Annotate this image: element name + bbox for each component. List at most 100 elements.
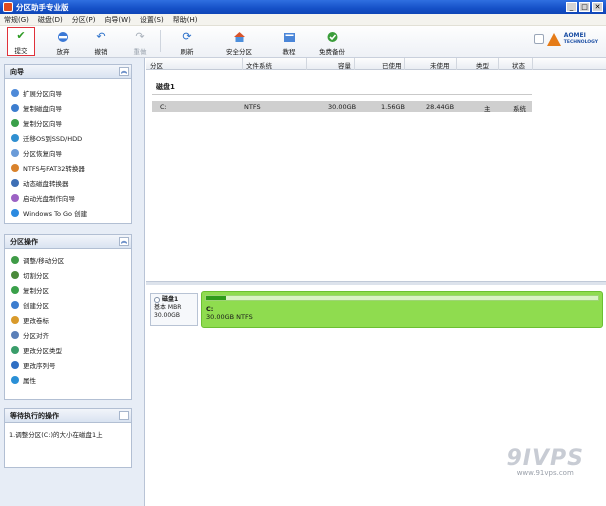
check-icon: ✔ xyxy=(16,29,26,42)
disk-info-box[interactable]: 磁盘1 基本 MBR 30.00GB xyxy=(150,293,198,326)
menu-general[interactable]: 常规(G) xyxy=(4,15,29,25)
logo-sub: TECHNOLOGY xyxy=(563,40,598,45)
wizard-copy-disk[interactable]: 复制磁盘向导 xyxy=(5,100,131,115)
free-backup-label: 免费备份 xyxy=(319,48,345,56)
checkbox-icon[interactable] xyxy=(533,34,544,44)
op-resize-move[interactable]: 调整/移动分区 xyxy=(5,252,131,267)
maximize-button[interactable]: □ xyxy=(579,2,590,12)
undo-icon: ↶ xyxy=(96,30,106,43)
wizard-icon xyxy=(11,88,19,97)
col-unused[interactable]: 未使用 xyxy=(430,60,450,70)
windows-icon xyxy=(11,208,19,217)
safe-partition-button[interactable]: 安全分区 xyxy=(219,28,259,56)
col-filesystem[interactable]: 文件系统 xyxy=(246,60,272,70)
discard-label: 放弃 xyxy=(56,48,70,56)
table-row[interactable]: C: NTFS 30.00GB 1.56GB 28.44GB 主 系统 xyxy=(152,101,532,113)
logo-triangle-icon xyxy=(546,32,561,46)
item-label: 更改卷标 xyxy=(23,316,49,325)
pending-op-item[interactable]: 1.调整分区(C:)的大小在磁盘1上 xyxy=(5,423,131,445)
watermark-logo: 9IVPS xyxy=(506,446,584,471)
menu-settings[interactable]: 设置(S) xyxy=(140,15,164,25)
discard-icon xyxy=(56,31,70,43)
copy-partition-icon xyxy=(11,118,19,127)
safe-partition-label: 安全分区 xyxy=(226,48,252,56)
cell-used: 1.56GB xyxy=(381,103,405,111)
menu-disk[interactable]: 磁盘(D) xyxy=(38,15,63,25)
window-title: 分区助手专业版 xyxy=(16,2,69,12)
wizard-migrate-os[interactable]: 迁移OS到SSD/HDD xyxy=(5,130,131,145)
disk-map-kind: 基本 MBR xyxy=(154,304,182,311)
undo-label: 撤销 xyxy=(94,48,108,56)
op-change-type[interactable]: 更改分区类型 xyxy=(5,342,131,357)
menu-bar: 常规(G) 磁盘(D) 分区(P) 向导(W) 设置(S) 帮助(H) xyxy=(0,14,606,26)
item-label: Windows To Go 创建 xyxy=(23,209,88,218)
menu-partition[interactable]: 分区(P) xyxy=(72,15,96,25)
type-icon xyxy=(11,345,19,354)
wizard-ntfs-fat32[interactable]: NTFS与FAT32转换器 xyxy=(5,160,131,175)
item-label: 切割分区 xyxy=(23,271,49,280)
menu-wizard[interactable]: 向导(W) xyxy=(104,15,130,25)
commit-button[interactable]: ✔ 提交 xyxy=(7,27,35,56)
partition-ops-panel: 分区操作 ︽ 调整/移动分区 切割分区 复制分区 创建分区 更改卷标 分区对齐 … xyxy=(4,234,132,400)
col-used[interactable]: 已使用 xyxy=(382,60,402,70)
wizard-partition-recovery[interactable]: 分区恢复向导 xyxy=(5,145,131,160)
discard-button[interactable]: 放弃 xyxy=(50,28,76,56)
collapse-icon[interactable]: ︽ xyxy=(119,67,129,76)
item-label: 复制分区 xyxy=(23,286,49,295)
dynamic-disk-icon xyxy=(11,178,19,187)
pending-ops-title: 等待执行的操作 xyxy=(10,411,59,420)
cell-unused: 28.44GB xyxy=(426,103,455,111)
title-bar: 分区助手专业版 _ □ ✕ xyxy=(0,0,606,14)
disk-map-name: 磁盘1 xyxy=(162,296,179,303)
collapse-icon[interactable] xyxy=(119,411,129,420)
disk-radio-icon[interactable] xyxy=(154,297,160,303)
wizard-copy-partition[interactable]: 复制分区向导 xyxy=(5,115,131,130)
watermark-url: www.91vps.com xyxy=(516,469,574,477)
col-partition[interactable]: 分区 xyxy=(150,60,163,70)
info-icon xyxy=(11,375,19,384)
item-label: 分区对齐 xyxy=(23,331,49,340)
op-properties[interactable]: 属性 xyxy=(5,372,131,387)
wizard-dynamic-disk[interactable]: 动态磁盘转换器 xyxy=(5,175,131,190)
col-type[interactable]: 类型 xyxy=(476,60,489,70)
free-backup-button[interactable]: 免费备份 xyxy=(314,28,350,56)
partition-table-header: 分区 文件系统 容量 已使用 未使用 类型 状态 xyxy=(146,58,606,70)
op-change-label[interactable]: 更改卷标 xyxy=(5,312,131,327)
tutorial-label: 教程 xyxy=(282,48,296,56)
op-copy[interactable]: 复制分区 xyxy=(5,282,131,297)
refresh-label: 刷新 xyxy=(180,48,194,56)
migrate-icon xyxy=(11,133,19,142)
cd-icon xyxy=(11,193,19,202)
op-create[interactable]: 创建分区 xyxy=(5,297,131,312)
wizard-extend-partition[interactable]: 扩展分区向导 xyxy=(5,85,131,100)
partition-block-desc: 30.00GB NTFS xyxy=(206,313,253,321)
pending-ops-panel: 等待执行的操作 1.调整分区(C:)的大小在磁盘1上 xyxy=(4,408,132,468)
split-icon xyxy=(11,270,19,279)
partition-table: 磁盘1 C: NTFS 30.00GB 1.56GB 28.44GB 主 系统 xyxy=(146,70,606,280)
wizard-boot-cd[interactable]: 启动光盘制作向导 xyxy=(5,190,131,205)
wizard-windows-to-go[interactable]: Windows To Go 创建 xyxy=(5,205,131,220)
app-icon xyxy=(3,2,13,12)
close-button[interactable]: ✕ xyxy=(592,2,603,12)
refresh-button[interactable]: ⟳ 刷新 xyxy=(172,28,202,57)
partition-block-c[interactable]: C: 30.00GB NTFS xyxy=(201,291,603,328)
undo-button[interactable]: ↶ 撤销 xyxy=(88,28,114,57)
usage-bar xyxy=(205,295,599,301)
op-align[interactable]: 分区对齐 xyxy=(5,327,131,342)
house-icon xyxy=(232,31,246,43)
op-split[interactable]: 切割分区 xyxy=(5,267,131,282)
col-status[interactable]: 状态 xyxy=(512,60,525,70)
tutorial-button[interactable]: 教程 xyxy=(274,28,304,56)
collapse-icon[interactable]: ︽ xyxy=(119,237,129,246)
item-label: 创建分区 xyxy=(23,301,49,310)
menu-help[interactable]: 帮助(H) xyxy=(173,15,198,25)
create-icon xyxy=(11,300,19,309)
redo-button[interactable]: ↷ 重做 xyxy=(127,28,153,57)
book-icon xyxy=(282,31,296,43)
minimize-button[interactable]: _ xyxy=(566,2,577,12)
op-change-serial[interactable]: 更改序列号 xyxy=(5,357,131,372)
item-label: NTFS与FAT32转换器 xyxy=(23,164,85,173)
col-capacity[interactable]: 容量 xyxy=(338,60,351,70)
cell-status: 系统 xyxy=(513,105,526,113)
cell-capacity: 30.00GB xyxy=(328,103,357,111)
